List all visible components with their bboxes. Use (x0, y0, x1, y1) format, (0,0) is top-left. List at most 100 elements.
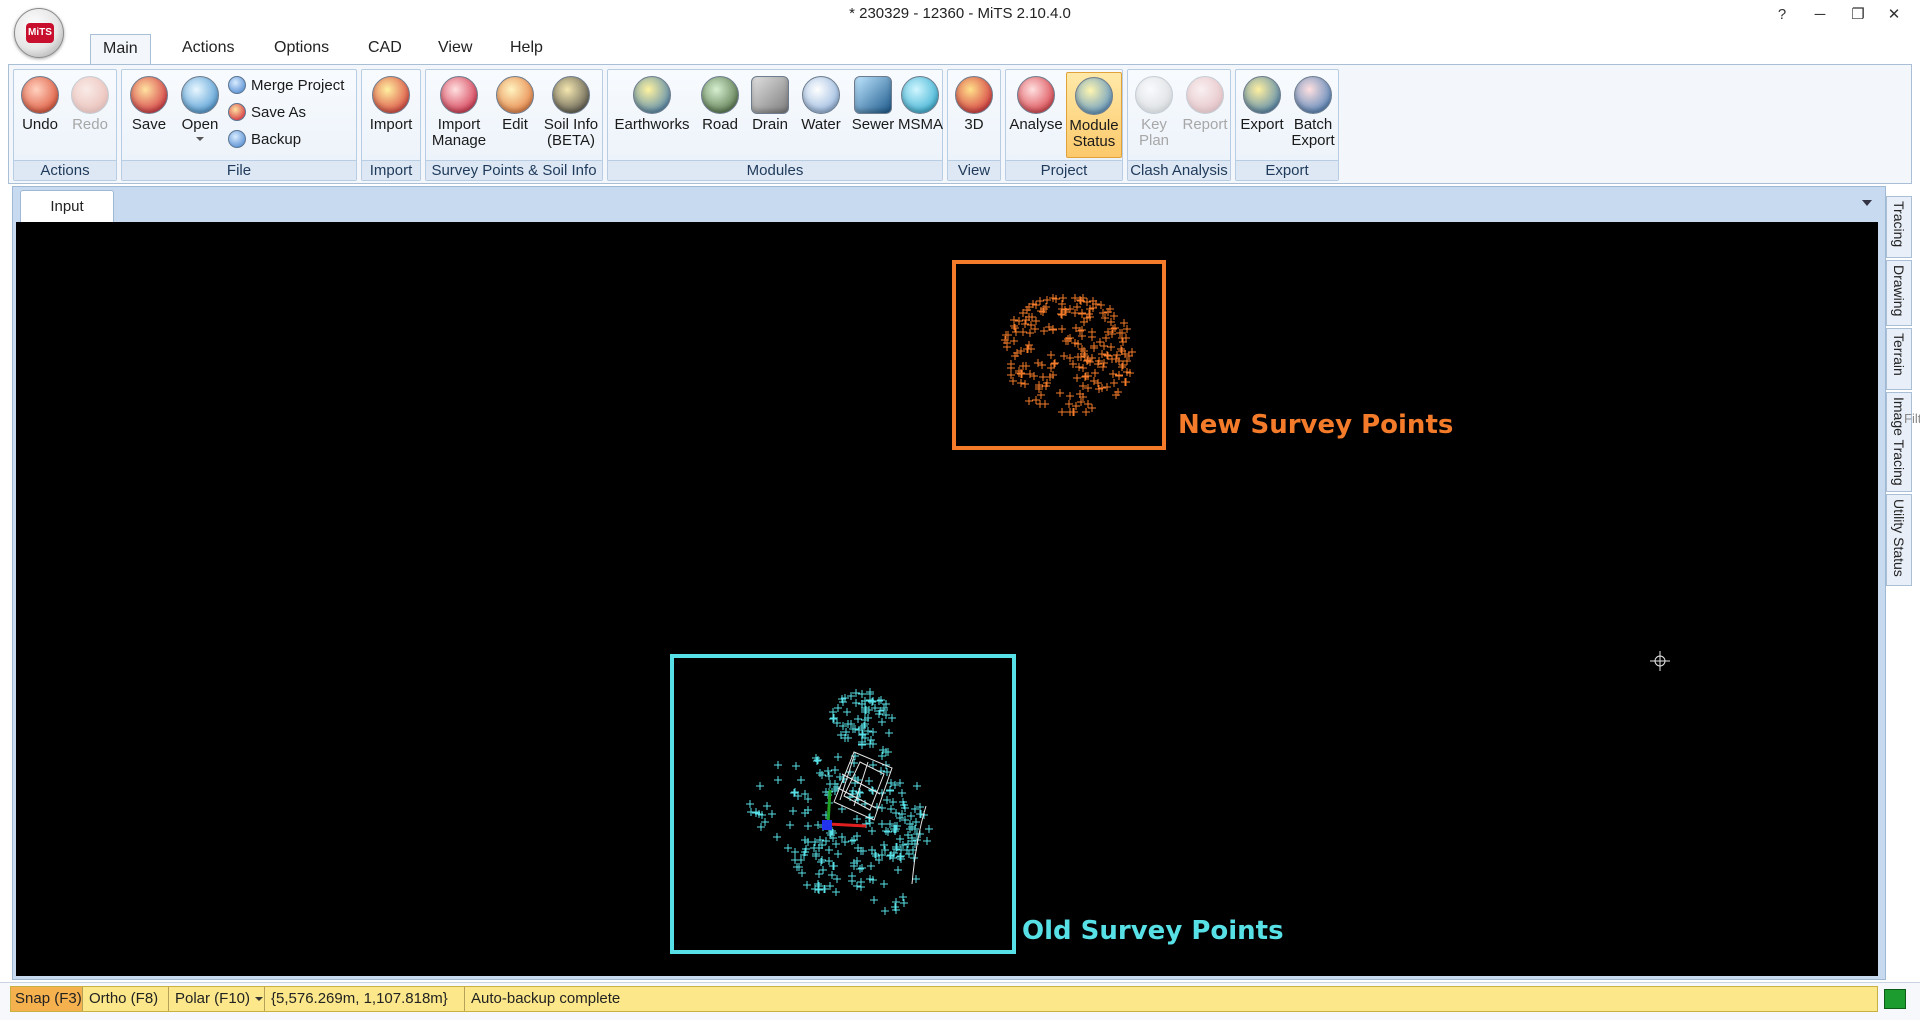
survey-point-marker (1041, 400, 1049, 408)
survey-point-marker (1100, 359, 1108, 367)
survey-point-marker (1117, 345, 1125, 353)
open-dropdown-icon[interactable] (196, 137, 204, 141)
survey-point-marker (880, 880, 888, 888)
status-bar: Snap (F3) Ortho (F8) Polar (F10) {5,576.… (0, 982, 1920, 1020)
msma-button[interactable]: MSMA (898, 72, 943, 158)
survey-point-marker (877, 696, 885, 704)
polar-dropdown-icon[interactable] (255, 997, 263, 1001)
soil-info-button[interactable]: Soil Info (BETA) (540, 72, 602, 158)
group-label-actions: Actions (14, 160, 116, 180)
tab-input[interactable]: Input (20, 190, 114, 222)
ribbon-group-modules: Earthworks Road Drain Water Sewer MSMA M… (607, 69, 943, 181)
side-tab-image-tracing[interactable]: Image Tracing (1886, 392, 1912, 492)
edit-button[interactable]: Edit (492, 72, 538, 158)
analyse-label: Analyse (1009, 116, 1063, 133)
survey-point-marker (858, 864, 866, 872)
survey-point-marker (878, 718, 886, 726)
survey-point-marker (825, 772, 833, 780)
tab-actions[interactable]: Actions (170, 34, 246, 64)
export-button[interactable]: Export (1238, 72, 1286, 158)
app-logo[interactable]: MiTS (14, 8, 64, 58)
ribbon-group-view: 3D View (947, 69, 1001, 181)
survey-point-marker (774, 776, 782, 784)
minimize-button[interactable]: ─ (1802, 2, 1838, 28)
tab-list-dropdown-icon[interactable] (1862, 200, 1872, 206)
polar-toggle[interactable]: Polar (F10) (171, 987, 265, 1011)
save-as-button[interactable]: Save As (228, 101, 306, 125)
survey-point-marker (1034, 359, 1042, 367)
drain-button[interactable]: Drain (746, 72, 794, 158)
module-status-button[interactable]: Module Status (1066, 72, 1122, 158)
survey-point-marker (1091, 369, 1099, 377)
survey-point-marker (1032, 396, 1040, 404)
snap-toggle[interactable]: Snap (F3) (11, 987, 83, 1011)
survey-point-marker (1058, 408, 1066, 416)
analyse-button[interactable]: Analyse (1008, 72, 1064, 158)
export-label: Export (1240, 116, 1284, 133)
survey-point-marker (833, 875, 841, 883)
survey-point-marker (896, 853, 904, 861)
merge-project-button[interactable]: Merge Project (228, 74, 344, 98)
export-icon (1243, 76, 1281, 114)
survey-point-marker (868, 827, 876, 835)
view-3d-button[interactable]: 3D (950, 72, 998, 158)
survey-point-marker (1065, 400, 1073, 408)
ortho-toggle[interactable]: Ortho (F8) (85, 987, 169, 1011)
tools-icon (440, 76, 478, 114)
side-tab-utility-status[interactable]: Utility Status (1886, 494, 1912, 586)
undo-button[interactable]: Undo (16, 72, 64, 158)
report-icon (1186, 76, 1224, 114)
earthworks-button[interactable]: Earthworks (610, 72, 694, 158)
sewer-button[interactable]: Sewer (848, 72, 898, 158)
save-as-label: Save As (251, 104, 307, 121)
road-button[interactable]: Road (696, 72, 744, 158)
canvas-drawing (670, 260, 1670, 954)
batch-export-button[interactable]: Batch Export (1288, 72, 1338, 158)
cad-canvas[interactable]: New Survey Points Old Survey Points (16, 222, 1878, 976)
open-button[interactable]: Open (176, 72, 224, 158)
backup-button[interactable]: Backup (228, 128, 301, 152)
import-manage-button[interactable]: Import Manage (428, 72, 490, 158)
drain-icon (751, 76, 789, 114)
key-plan-button[interactable]: Key Plan (1130, 72, 1178, 158)
survey-point-marker (1025, 397, 1033, 405)
tab-main[interactable]: Main (90, 34, 151, 64)
survey-point-marker (1007, 364, 1015, 372)
survey-point-marker (786, 821, 794, 829)
tab-cad[interactable]: CAD (356, 34, 414, 64)
survey-point-marker (792, 762, 800, 770)
side-panel-tabs: Tracing Drawing Terrain Image Tracing Ut… (1886, 196, 1914, 596)
close-button[interactable]: ✕ (1876, 2, 1912, 28)
survey-point-marker (852, 699, 860, 707)
survey-point-marker (1047, 351, 1055, 359)
status-indicator (1884, 989, 1906, 1009)
survey-point-marker (1066, 392, 1074, 400)
survey-point-marker (891, 781, 899, 789)
survey-point-marker (1056, 389, 1064, 397)
tab-help[interactable]: Help (498, 34, 555, 64)
group-label-survey: Survey Points & Soil Info (426, 160, 602, 180)
report-button[interactable]: Report (1180, 72, 1230, 158)
help-button[interactable]: ? (1764, 2, 1800, 28)
water-button[interactable]: Water (796, 72, 846, 158)
side-tab-tracing[interactable]: Tracing (1886, 196, 1912, 258)
survey-point-marker (865, 777, 873, 785)
save-button[interactable]: Save (126, 72, 172, 158)
ribbon-group-import: Import Import (361, 69, 421, 181)
survey-point-marker (797, 776, 805, 784)
side-tab-drawing[interactable]: Drawing (1886, 260, 1912, 326)
survey-point-marker (1040, 327, 1048, 335)
side-tab-terrain[interactable]: Terrain (1886, 328, 1912, 390)
survey-point-marker (1119, 361, 1127, 369)
side-tab-tracing-label: Tracing (1891, 201, 1907, 248)
redo-button[interactable]: Redo (66, 72, 114, 158)
restore-button[interactable]: ❐ (1840, 2, 1876, 28)
key-plan-label-1: Key (1141, 116, 1167, 133)
batch-export-label-2: Export (1291, 132, 1335, 149)
tab-view[interactable]: View (426, 34, 484, 64)
undo-icon (21, 76, 59, 114)
survey-point-marker (1078, 310, 1086, 318)
save-label: Save (131, 116, 167, 133)
import-button[interactable]: Import (364, 72, 418, 158)
tab-options[interactable]: Options (262, 34, 341, 64)
